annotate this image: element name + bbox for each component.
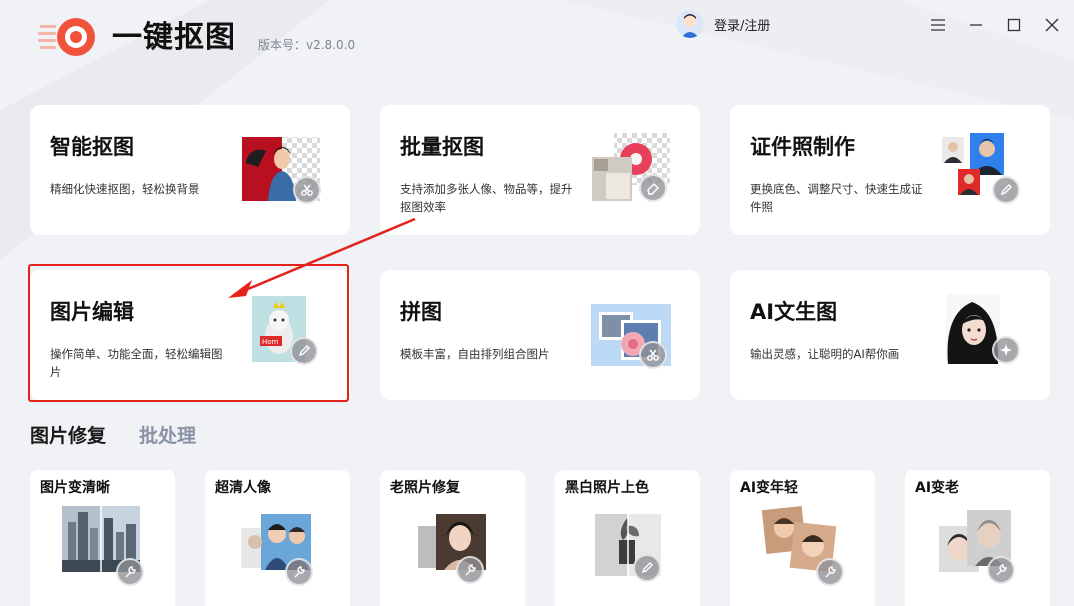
menu-icon bbox=[931, 19, 945, 31]
card-title: 智能抠图 bbox=[50, 135, 134, 159]
wrench-icon bbox=[825, 566, 836, 578]
eraser-icon bbox=[647, 183, 659, 195]
close-button[interactable] bbox=[1041, 14, 1063, 36]
repair-tool-badge bbox=[633, 554, 661, 582]
repair-card-title: AI变年轻 bbox=[740, 480, 799, 496]
card-title: 证件照制作 bbox=[750, 135, 855, 159]
wrench-icon bbox=[294, 566, 305, 578]
app-title: 一键抠图 bbox=[112, 20, 236, 55]
card-description: 更换底色、调整尺寸、快速生成证件照 bbox=[750, 182, 923, 214]
app-logo bbox=[38, 18, 95, 56]
minimize-icon bbox=[970, 24, 982, 26]
repair-card-title: 超清人像 bbox=[215, 480, 271, 496]
scissors-icon bbox=[301, 184, 313, 196]
card-batch-cutout[interactable]: 批量抠图 支持添加多张人像、物品等，提升抠图效率 bbox=[380, 105, 700, 235]
repair-card-ai-younger[interactable]: AI变年轻 bbox=[730, 470, 875, 606]
login-label: 登录/注册 bbox=[714, 18, 771, 34]
repair-card-title: 老照片修复 bbox=[390, 480, 460, 496]
wrench-icon bbox=[465, 564, 476, 576]
repair-card-ai-older[interactable]: AI变老 bbox=[905, 470, 1050, 606]
tab-batch-process[interactable]: 批处理 bbox=[139, 424, 196, 448]
card-description: 支持添加多张人像、物品等，提升抠图效率 bbox=[400, 182, 573, 214]
repair-tool-badge bbox=[116, 558, 144, 586]
card-collage[interactable]: 拼图 模板丰富，自由排列组合图片 bbox=[380, 270, 700, 400]
avatar bbox=[676, 10, 704, 38]
repair-card-title: AI变老 bbox=[915, 480, 960, 496]
login-button[interactable]: 登录/注册 bbox=[676, 10, 770, 38]
edit-pencil-icon bbox=[1000, 184, 1012, 196]
card-ai-text-to-image[interactable]: AI文生图 输出灵感，让聪明的AI帮你画 bbox=[730, 270, 1050, 400]
id-photo-tool-badge bbox=[992, 176, 1020, 204]
card-description: 模板丰富，自由排列组合图片 bbox=[400, 347, 550, 361]
card-description: 输出灵感，让聪明的AI帮你画 bbox=[750, 347, 900, 361]
batch-tool-badge bbox=[639, 174, 667, 202]
tab-image-repair[interactable]: 图片修复 bbox=[30, 424, 106, 448]
repair-tool-badge bbox=[816, 558, 844, 586]
card-id-photo[interactable]: 证件照制作 更换底色、调整尺寸、快速生成证件照 bbox=[730, 105, 1050, 235]
close-icon bbox=[1045, 18, 1059, 32]
repair-card-old-photo[interactable]: 老照片修复 bbox=[380, 470, 525, 606]
card-title: 批量抠图 bbox=[400, 135, 484, 159]
version-label: 版本号：v2.8.0.0 bbox=[258, 38, 356, 52]
card-description: 精细化快速抠图，轻松换背景 bbox=[50, 182, 200, 196]
repair-card-hd-portrait[interactable]: 超清人像 bbox=[205, 470, 350, 606]
card-title: 拼图 bbox=[400, 300, 442, 324]
cutout-tool-badge bbox=[293, 176, 321, 204]
repair-card-title: 黑白照片上色 bbox=[565, 480, 649, 496]
card-smart-cutout[interactable]: 智能抠图 精细化快速抠图，轻松换背景 bbox=[30, 105, 350, 235]
repair-tool-badge bbox=[987, 556, 1015, 584]
repair-card-title: 图片变清晰 bbox=[40, 480, 110, 496]
repair-tool-badge bbox=[285, 558, 313, 586]
sparkle-icon bbox=[1000, 344, 1012, 356]
ai-tool-badge bbox=[992, 336, 1020, 364]
wrench-icon bbox=[996, 564, 1007, 576]
scissors-icon bbox=[647, 349, 659, 361]
maximize-button[interactable] bbox=[1003, 14, 1025, 36]
card-title: AI文生图 bbox=[750, 300, 838, 324]
wrench-icon bbox=[125, 566, 136, 578]
maximize-icon bbox=[1007, 18, 1021, 32]
menu-button[interactable] bbox=[927, 14, 949, 36]
annotation-highlight-box bbox=[28, 264, 349, 402]
repair-tool-badge bbox=[456, 556, 484, 584]
minimize-button[interactable] bbox=[965, 14, 987, 36]
repair-card-colorize[interactable]: 黑白照片上色 bbox=[555, 470, 700, 606]
repair-card-image-sharpen[interactable]: 图片变清晰 bbox=[30, 470, 175, 606]
collage-tool-badge bbox=[639, 341, 667, 369]
user-avatar-icon bbox=[676, 10, 704, 38]
edit-pencil-icon bbox=[641, 562, 653, 574]
